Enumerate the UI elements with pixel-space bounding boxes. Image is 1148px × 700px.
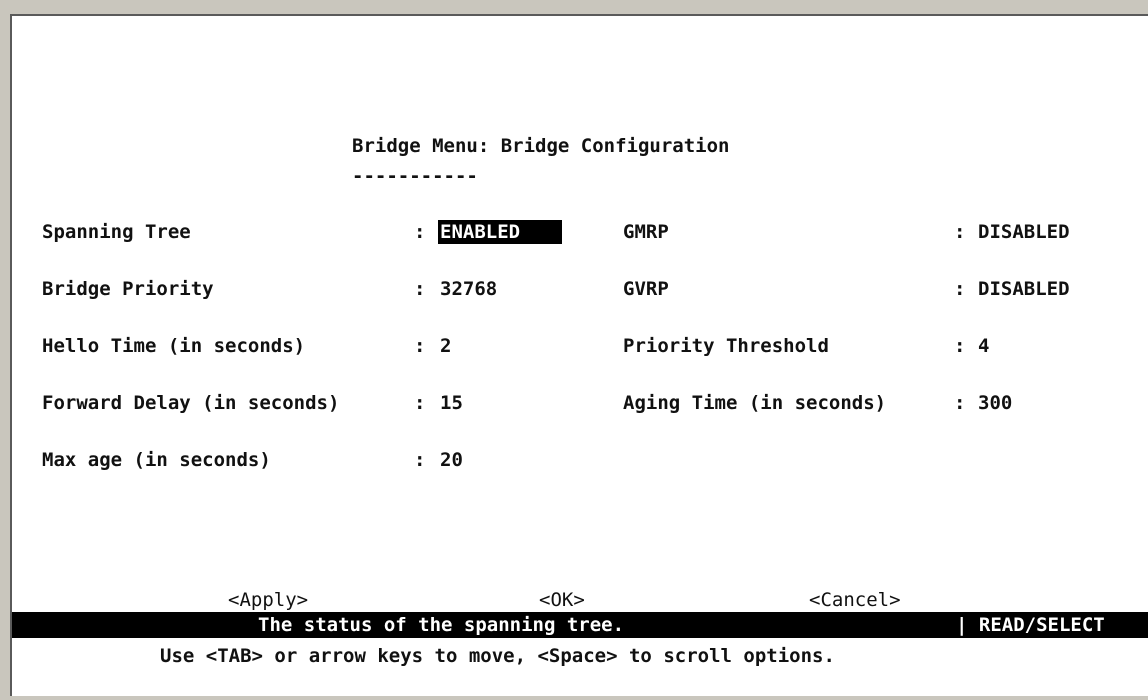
- forward-delay-label: Forward Delay (in seconds): [42, 392, 340, 414]
- help-text: Use <TAB> or arrow keys to move, <Space>…: [160, 645, 835, 667]
- priority-threshold-value[interactable]: 4: [978, 334, 989, 358]
- bridge-priority-value[interactable]: 32768: [440, 277, 497, 301]
- status-message: The status of the spanning tree.: [258, 614, 625, 636]
- status-bar: The status of the spanning tree. | READ/…: [12, 612, 1148, 638]
- spanning-tree-label: Spanning Tree: [42, 221, 191, 243]
- gmrp-label: GMRP: [623, 221, 669, 243]
- aging-time-label: Aging Time (in seconds): [623, 392, 887, 414]
- terminal-screen: Bridge Menu: Bridge Configuration ------…: [10, 14, 1148, 696]
- gvrp-label: GVRP: [623, 278, 669, 300]
- max-age-value[interactable]: 20: [440, 448, 463, 472]
- aging-time-value[interactable]: 300: [978, 391, 1012, 415]
- spanning-tree-value[interactable]: ENABLED: [438, 220, 562, 244]
- max-age-label: Max age (in seconds): [42, 449, 271, 471]
- gvrp-separator: :: [954, 278, 966, 300]
- gvrp-value[interactable]: DISABLED: [978, 277, 1070, 301]
- forward-delay-value[interactable]: 15: [440, 391, 463, 415]
- apply-button[interactable]: <Apply>: [228, 588, 308, 612]
- page-title: Bridge Menu: Bridge Configuration: [352, 135, 730, 157]
- status-mode: | READ/SELECT: [956, 614, 1105, 636]
- hello-time-separator: :: [414, 335, 426, 357]
- hello-time-label: Hello Time (in seconds): [42, 335, 306, 357]
- title-underline: -----------: [352, 165, 478, 187]
- bridge-priority-label: Bridge Priority: [42, 278, 214, 300]
- bridge-priority-separator: :: [414, 278, 426, 300]
- max-age-separator: :: [414, 449, 426, 471]
- cancel-button[interactable]: <Cancel>: [809, 588, 901, 612]
- ok-button[interactable]: <OK>: [539, 588, 585, 612]
- spanning-tree-selected-value[interactable]: ENABLED: [438, 220, 562, 244]
- priority-threshold-label: Priority Threshold: [623, 335, 829, 357]
- priority-threshold-separator: :: [954, 335, 966, 357]
- forward-delay-separator: :: [414, 392, 426, 414]
- gmrp-value[interactable]: DISABLED: [978, 220, 1070, 244]
- hello-time-value[interactable]: 2: [440, 334, 451, 358]
- spanning-tree-separator: :: [414, 221, 426, 243]
- aging-time-separator: :: [954, 392, 966, 414]
- gmrp-separator: :: [954, 221, 966, 243]
